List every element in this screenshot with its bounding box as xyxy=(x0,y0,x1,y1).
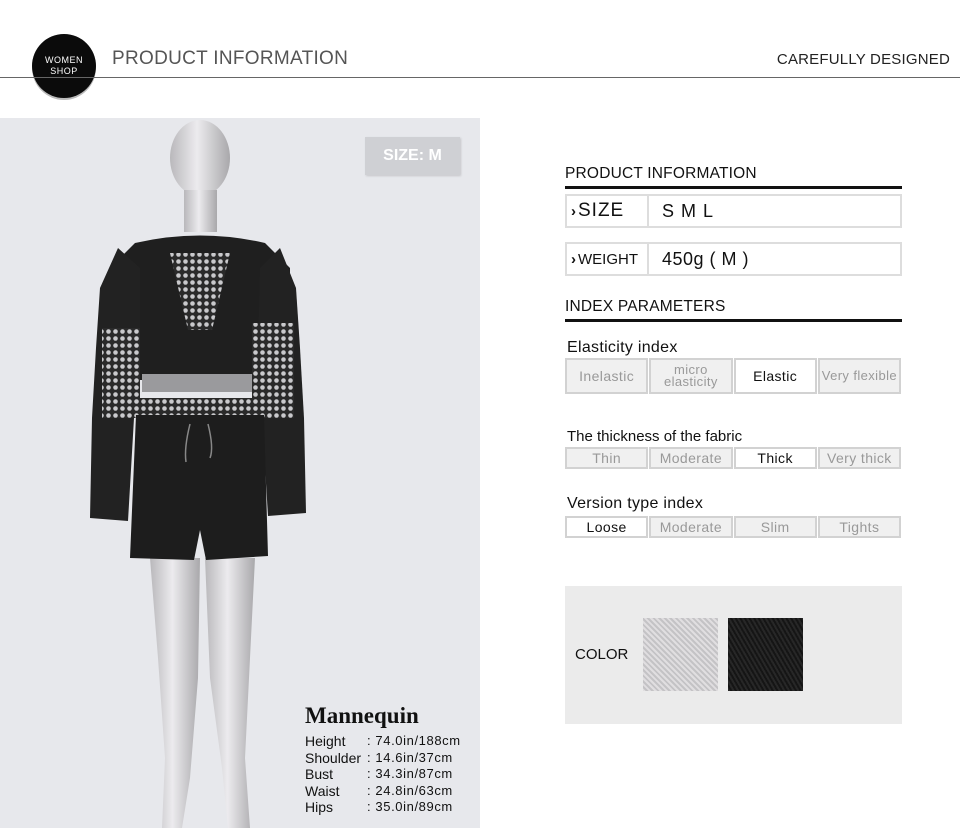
header-tagline: CAREFULLY DESIGNED xyxy=(776,51,950,68)
thickness-option: Very thick xyxy=(817,447,901,469)
section-divider xyxy=(565,186,902,189)
size-value: S M L xyxy=(662,200,715,221)
measurement-row: Waist : 24.8in/63cm xyxy=(305,783,480,800)
thickness-label: The thickness of the fabric xyxy=(567,428,743,445)
header-title: PRODUCT INFORMATION xyxy=(112,48,349,69)
color-section: COLOR xyxy=(565,586,902,724)
measurement-row: Hips : 35.0in/89cm xyxy=(305,799,480,816)
weight-row: › WEIGHT 450g ( M ) xyxy=(565,242,902,276)
measurement-value: : 14.6in/37cm xyxy=(367,749,453,765)
version-option: Slim xyxy=(733,516,817,538)
logo-line2: SHOP xyxy=(50,66,78,76)
measurement-label: Hips xyxy=(305,799,334,815)
product-info-section: PRODUCT INFORMATION xyxy=(565,165,902,189)
shop-logo[interactable]: WOMEN SHOP xyxy=(32,34,96,98)
thickness-option: Thin xyxy=(565,447,649,469)
elasticity-option: Inelastic xyxy=(565,358,649,394)
size-badge: SIZE: M xyxy=(365,137,460,175)
measurement-value: : 24.8in/63cm xyxy=(367,782,453,798)
thickness-scale: Thin Moderate Thick Very thick xyxy=(565,447,901,469)
measurement-label: Shoulder xyxy=(305,749,362,766)
measurement-label: Height xyxy=(305,733,346,749)
version-option-selected: Loose xyxy=(565,516,649,538)
size-label-cell: › SIZE xyxy=(567,196,649,226)
thickness-option: Moderate xyxy=(649,447,733,469)
section-divider xyxy=(565,319,902,322)
measurement-label: Waist xyxy=(305,782,340,799)
version-option: Tights xyxy=(817,516,901,538)
size-row: › SIZE S M L xyxy=(565,194,902,228)
mannequin-title: Mannequin xyxy=(305,703,419,728)
measurement-label: Bust xyxy=(305,766,334,782)
measurement-row: Height : 74.0in/188cm xyxy=(305,733,480,750)
measurement-row: Shoulder : 14.6in/37cm xyxy=(305,750,480,767)
elasticity-option: micro elasticity xyxy=(649,358,733,394)
measurement-row: Bust : 34.3in/87cm xyxy=(305,766,480,783)
color-swatch-grey[interactable] xyxy=(643,618,718,691)
version-label: Version type index xyxy=(567,495,704,512)
elasticity-option: Very flexible xyxy=(817,358,901,394)
color-swatch-black[interactable] xyxy=(728,618,803,691)
index-parameters-section: INDEX PARAMETERS xyxy=(565,298,902,322)
measurement-value: : 34.3in/87cm xyxy=(367,766,453,781)
index-parameters-title: INDEX PARAMETERS xyxy=(565,298,726,315)
chevron-right-icon: › xyxy=(571,250,576,268)
logo-line1: WOMEN xyxy=(45,55,83,65)
version-option: Moderate xyxy=(649,516,733,538)
chevron-right-icon: › xyxy=(571,202,576,220)
mannequin-measurements: Mannequin Height : 74.0in/188cm Shoulder… xyxy=(305,703,480,816)
product-photo: SIZE: M Mannequin Height : 74.0in/188cm … xyxy=(0,118,480,828)
weight-label: WEIGHT xyxy=(578,250,638,268)
measurement-value: : 35.0in/89cm xyxy=(367,799,453,814)
thickness-option-selected: Thick xyxy=(733,447,817,469)
elasticity-option-selected: Elastic xyxy=(733,358,817,394)
weight-label-cell: › WEIGHT xyxy=(567,244,649,274)
measurement-value: : 74.0in/188cm xyxy=(367,733,461,748)
elasticity-scale: Inelastic micro elasticity Elastic Very … xyxy=(565,358,901,394)
size-label: SIZE xyxy=(578,200,625,221)
page-header: WOMEN SHOP PRODUCT INFORMATION CAREFULLY… xyxy=(0,0,960,110)
header-divider xyxy=(0,77,960,78)
version-scale: Loose Moderate Slim Tights xyxy=(565,516,901,538)
color-label: COLOR xyxy=(575,646,629,663)
weight-value: 450g ( M ) xyxy=(662,248,750,269)
product-info-title: PRODUCT INFORMATION xyxy=(565,165,757,182)
elasticity-label: Elasticity index xyxy=(567,339,678,356)
